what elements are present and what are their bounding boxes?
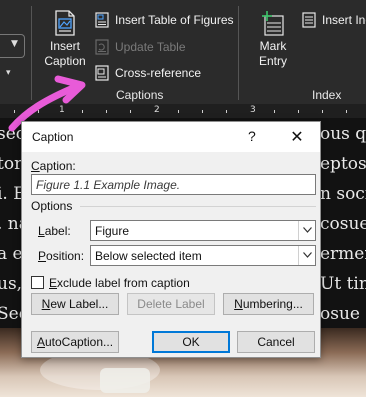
document-text-right: ous q [320, 124, 366, 144]
insert-caption-label-line1: Insert [49, 39, 80, 53]
ruler-tick [82, 110, 83, 113]
position-select[interactable]: Below selected item [90, 245, 316, 266]
document-text-right: eptos [320, 154, 366, 174]
ruler-number: 1 [59, 105, 65, 115]
document-text-right: cosue [320, 214, 366, 234]
ruler-number: 2 [154, 105, 160, 115]
mark-entry-icon [262, 11, 284, 36]
ruler-tick [130, 110, 131, 113]
mark-entry-label-line2: Entry [258, 54, 287, 68]
table-of-figures-icon [95, 12, 109, 28]
insert-caption-button[interactable]: Insert Caption [39, 10, 91, 69]
cross-reference-button[interactable]: Cross-reference [95, 65, 201, 81]
ruler-tick [226, 110, 227, 113]
mark-entry-label-line1: Mark [259, 39, 287, 53]
update-table-icon [95, 39, 109, 55]
insert-caption-icon [55, 10, 75, 36]
ruler-tick [346, 110, 347, 113]
numbering-button[interactable]: Numbering... [223, 293, 314, 315]
index-group-label: Index [312, 88, 342, 102]
document-text-left: us, [0, 274, 23, 294]
ruler-tick [298, 110, 299, 113]
close-button[interactable]: ✕ [284, 126, 310, 148]
exclude-label-checkbox[interactable] [31, 276, 44, 289]
insert-index-button[interactable]: Insert Inc [302, 12, 366, 28]
insert-table-of-figures-button[interactable]: Insert Table of Figures [95, 12, 234, 28]
ruler-tick [106, 110, 107, 113]
update-table-label: Update Table [115, 40, 186, 54]
dialog-titlebar[interactable]: Caption ? ✕ [22, 122, 320, 152]
document-text-right: osue [320, 304, 360, 324]
label-field-label: Label: [38, 224, 71, 238]
caption-field-label-rest: aption: [39, 159, 76, 173]
ruler-tick [322, 110, 323, 113]
document-text-right: ermen [320, 244, 366, 264]
ruler: 1 2 3 [0, 104, 366, 118]
ruler-tick [178, 110, 179, 113]
ruler-number: 3 [250, 105, 256, 115]
ribbon-separator [31, 6, 32, 100]
caption-input[interactable]: Figure 1.1 Example Image. [31, 174, 316, 195]
chevron-down-icon[interactable]: ▾ [6, 68, 11, 78]
ok-button[interactable]: OK [152, 331, 230, 353]
dialog-title: Caption [32, 130, 74, 144]
position-select-value: Below selected item [95, 249, 202, 263]
caption-dialog: Caption ? ✕ Caption: Figure 1.1 Example … [21, 121, 321, 358]
delete-label-button[interactable]: Delete Label [127, 293, 215, 315]
document-text-left: a e [0, 244, 23, 264]
chevron-down-icon[interactable] [298, 246, 315, 265]
document-text-left: tor [0, 154, 23, 174]
style-dropdown[interactable]: ▼ [0, 34, 25, 58]
insert-index-icon [302, 12, 316, 28]
ruler-tick [38, 110, 39, 113]
help-button[interactable]: ? [248, 128, 256, 144]
label-select-value: Figure [95, 224, 130, 238]
insert-caption-label-line2: Caption [44, 54, 86, 68]
position-field-label: Position: [38, 249, 85, 263]
cross-reference-label: Cross-reference [115, 66, 202, 80]
ruler-tick [14, 110, 15, 113]
autocaption-button[interactable]: AutoCaption... [31, 331, 119, 353]
exclude-label-text[interactable]: Exclude label from caption [49, 276, 190, 290]
document-text-right: n soci [320, 184, 366, 204]
caption-field-label: Caption: [31, 159, 76, 173]
ribbon-separator [238, 6, 239, 100]
ruler-tick [274, 110, 275, 113]
chevron-down-icon: ▼ [11, 39, 18, 49]
options-heading: Options [31, 199, 73, 213]
label-select[interactable]: Figure [90, 220, 316, 241]
cross-reference-icon [95, 65, 109, 81]
mark-entry-button[interactable]: Mark Entry [250, 10, 296, 69]
captions-group-label: Captions [116, 88, 164, 102]
document-text-right: Ut tin [320, 274, 366, 294]
photo-object [100, 368, 150, 393]
ribbon: ▼ ▾ Insert Caption Insert Table of Figur… [0, 0, 366, 104]
update-table-button[interactable]: Update Table [95, 39, 186, 55]
ruler-tick [202, 110, 203, 113]
insert-index-label: Insert Inc [322, 13, 366, 27]
options-divider [80, 206, 316, 207]
chevron-down-icon[interactable] [298, 221, 315, 240]
cancel-button[interactable]: Cancel [237, 331, 315, 353]
new-label-button[interactable]: New Label... [31, 293, 119, 315]
insert-table-of-figures-label: Insert Table of Figures [115, 13, 234, 27]
